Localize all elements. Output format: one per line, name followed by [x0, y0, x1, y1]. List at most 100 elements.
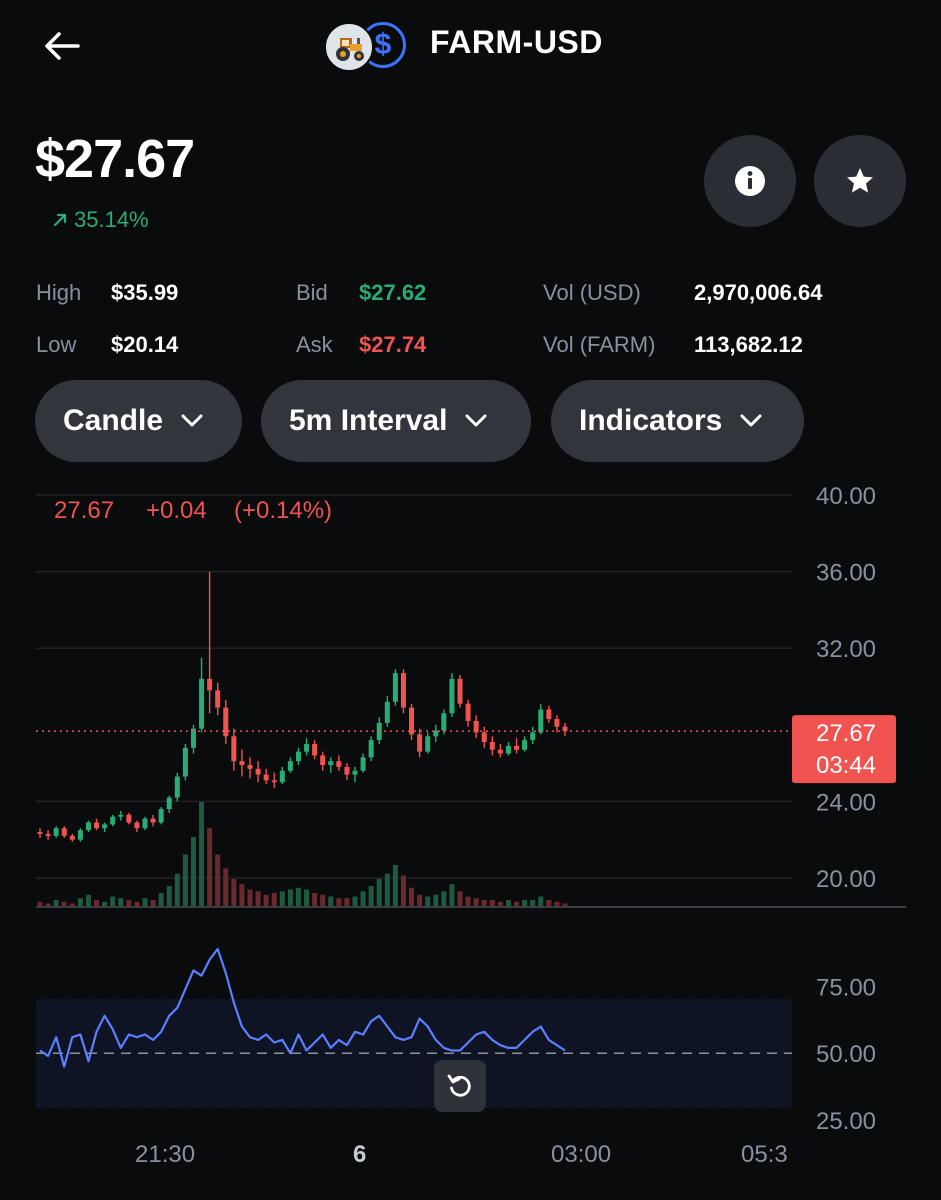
- candle-body: [239, 761, 245, 766]
- volume-bar: [368, 886, 374, 907]
- vol-farm-value: 113,682.12: [694, 332, 803, 357]
- volume-bar: [360, 891, 366, 907]
- info-button[interactable]: [704, 135, 796, 227]
- volume-bar: [207, 828, 213, 907]
- candle-body: [215, 690, 221, 708]
- volume-bar: [465, 896, 471, 907]
- ask-value: $27.74: [359, 332, 427, 357]
- volume-bar: [215, 854, 221, 907]
- chart-type-dropdown[interactable]: Candle: [35, 380, 242, 462]
- candle-body: [441, 713, 447, 731]
- volume-bar: [433, 894, 439, 907]
- volume-bar: [304, 889, 310, 907]
- volume-bar: [546, 900, 552, 907]
- candle-body: [320, 755, 326, 766]
- volume-bar: [223, 868, 229, 907]
- bid-label: Bid: [296, 280, 328, 305]
- candle-body: [522, 740, 528, 750]
- candle-body: [255, 768, 261, 775]
- volume-bar: [271, 893, 277, 907]
- price-tick-label: 32.00: [816, 636, 876, 663]
- grid-lines: [36, 494, 792, 879]
- time-tick-1: 21:30: [135, 1141, 196, 1168]
- back-button[interactable]: [40, 26, 84, 66]
- candle-body: [538, 709, 544, 733]
- current-price: $27.67: [35, 129, 195, 189]
- candle-body: [497, 749, 503, 754]
- candle-body: [45, 833, 51, 836]
- volume-bar: [344, 898, 350, 907]
- volume-bar: [263, 894, 269, 907]
- low-label: Low: [36, 332, 77, 357]
- candle-body: [425, 736, 431, 752]
- bid-value: $27.62: [359, 280, 427, 305]
- candle-body: [409, 707, 415, 735]
- volume-bar: [312, 893, 318, 907]
- candle-body: [344, 766, 350, 775]
- candle-body: [53, 828, 59, 836]
- volume-bar: [384, 873, 390, 907]
- candle-body: [110, 816, 116, 825]
- candle-body: [134, 822, 140, 829]
- volume-bar: [473, 898, 479, 907]
- chevron-down-icon: [740, 414, 762, 427]
- candle-body: [77, 830, 83, 840]
- price-tick-label: 40.00: [816, 483, 876, 510]
- reset-zoom-button[interactable]: [434, 1060, 486, 1112]
- price-change-value: 35.14%: [74, 207, 149, 232]
- volume-bar: [400, 875, 406, 907]
- candle-body: [505, 745, 511, 754]
- indicators-dropdown[interactable]: Indicators: [551, 380, 804, 462]
- volume-bar: [505, 900, 511, 907]
- volume-bar: [538, 896, 544, 907]
- candle-body: [465, 703, 471, 721]
- volume-bar: [255, 891, 261, 907]
- volume-bar: [392, 865, 398, 907]
- volume-bar: [481, 900, 487, 907]
- time-tick-4: 05:3: [741, 1141, 788, 1168]
- candle-body: [102, 824, 108, 829]
- current-price-tag: 27.67 03:44: [792, 715, 896, 784]
- volume-bar: [409, 887, 415, 907]
- volume-bar: [174, 873, 180, 907]
- candle-body: [449, 678, 455, 714]
- volume-bar: [530, 900, 536, 907]
- vol-usd-value: 2,970,006.64: [694, 280, 823, 305]
- candle-body: [312, 743, 318, 756]
- candle-body: [554, 719, 560, 727]
- candle-body: [304, 743, 310, 752]
- indicators-label: Indicators: [579, 404, 723, 437]
- vol-farm-label: Vol (FARM): [543, 332, 656, 357]
- ask-label: Ask: [296, 332, 333, 357]
- volume-bar: [489, 900, 495, 907]
- volume-bar: [295, 887, 301, 907]
- candle-body: [392, 673, 398, 702]
- arrow-left-icon: [45, 32, 80, 60]
- candle-body: [271, 780, 277, 783]
- volume-bar: [110, 896, 116, 907]
- low-value: $20.14: [111, 332, 179, 357]
- volume-bar: [126, 900, 132, 907]
- current-price-tag-countdown: 03:44: [816, 752, 876, 779]
- tractor-icon: [324, 22, 374, 72]
- chevron-down-icon: [181, 414, 203, 427]
- volume-bar: [231, 879, 237, 907]
- candle-body: [263, 774, 269, 781]
- legend-last: 27.67: [54, 497, 114, 524]
- volume-bars: [37, 802, 568, 907]
- time-tick-2: 6: [353, 1141, 367, 1168]
- chart-type-label: Candle: [63, 404, 164, 437]
- interval-dropdown[interactable]: 5m Interval: [261, 380, 531, 462]
- high-label: High: [36, 280, 82, 305]
- candle-body: [126, 814, 132, 823]
- volume-bar: [118, 898, 124, 907]
- favorite-button[interactable]: [814, 135, 906, 227]
- candle-body: [94, 822, 100, 829]
- volume-bar: [425, 896, 431, 907]
- candle-body: [199, 678, 205, 729]
- candle-body: [295, 751, 301, 762]
- candle-body: [360, 757, 366, 771]
- volume-bar: [441, 891, 447, 907]
- volume-bar: [457, 891, 463, 907]
- rsi-tick-label: 50.00: [816, 1041, 876, 1068]
